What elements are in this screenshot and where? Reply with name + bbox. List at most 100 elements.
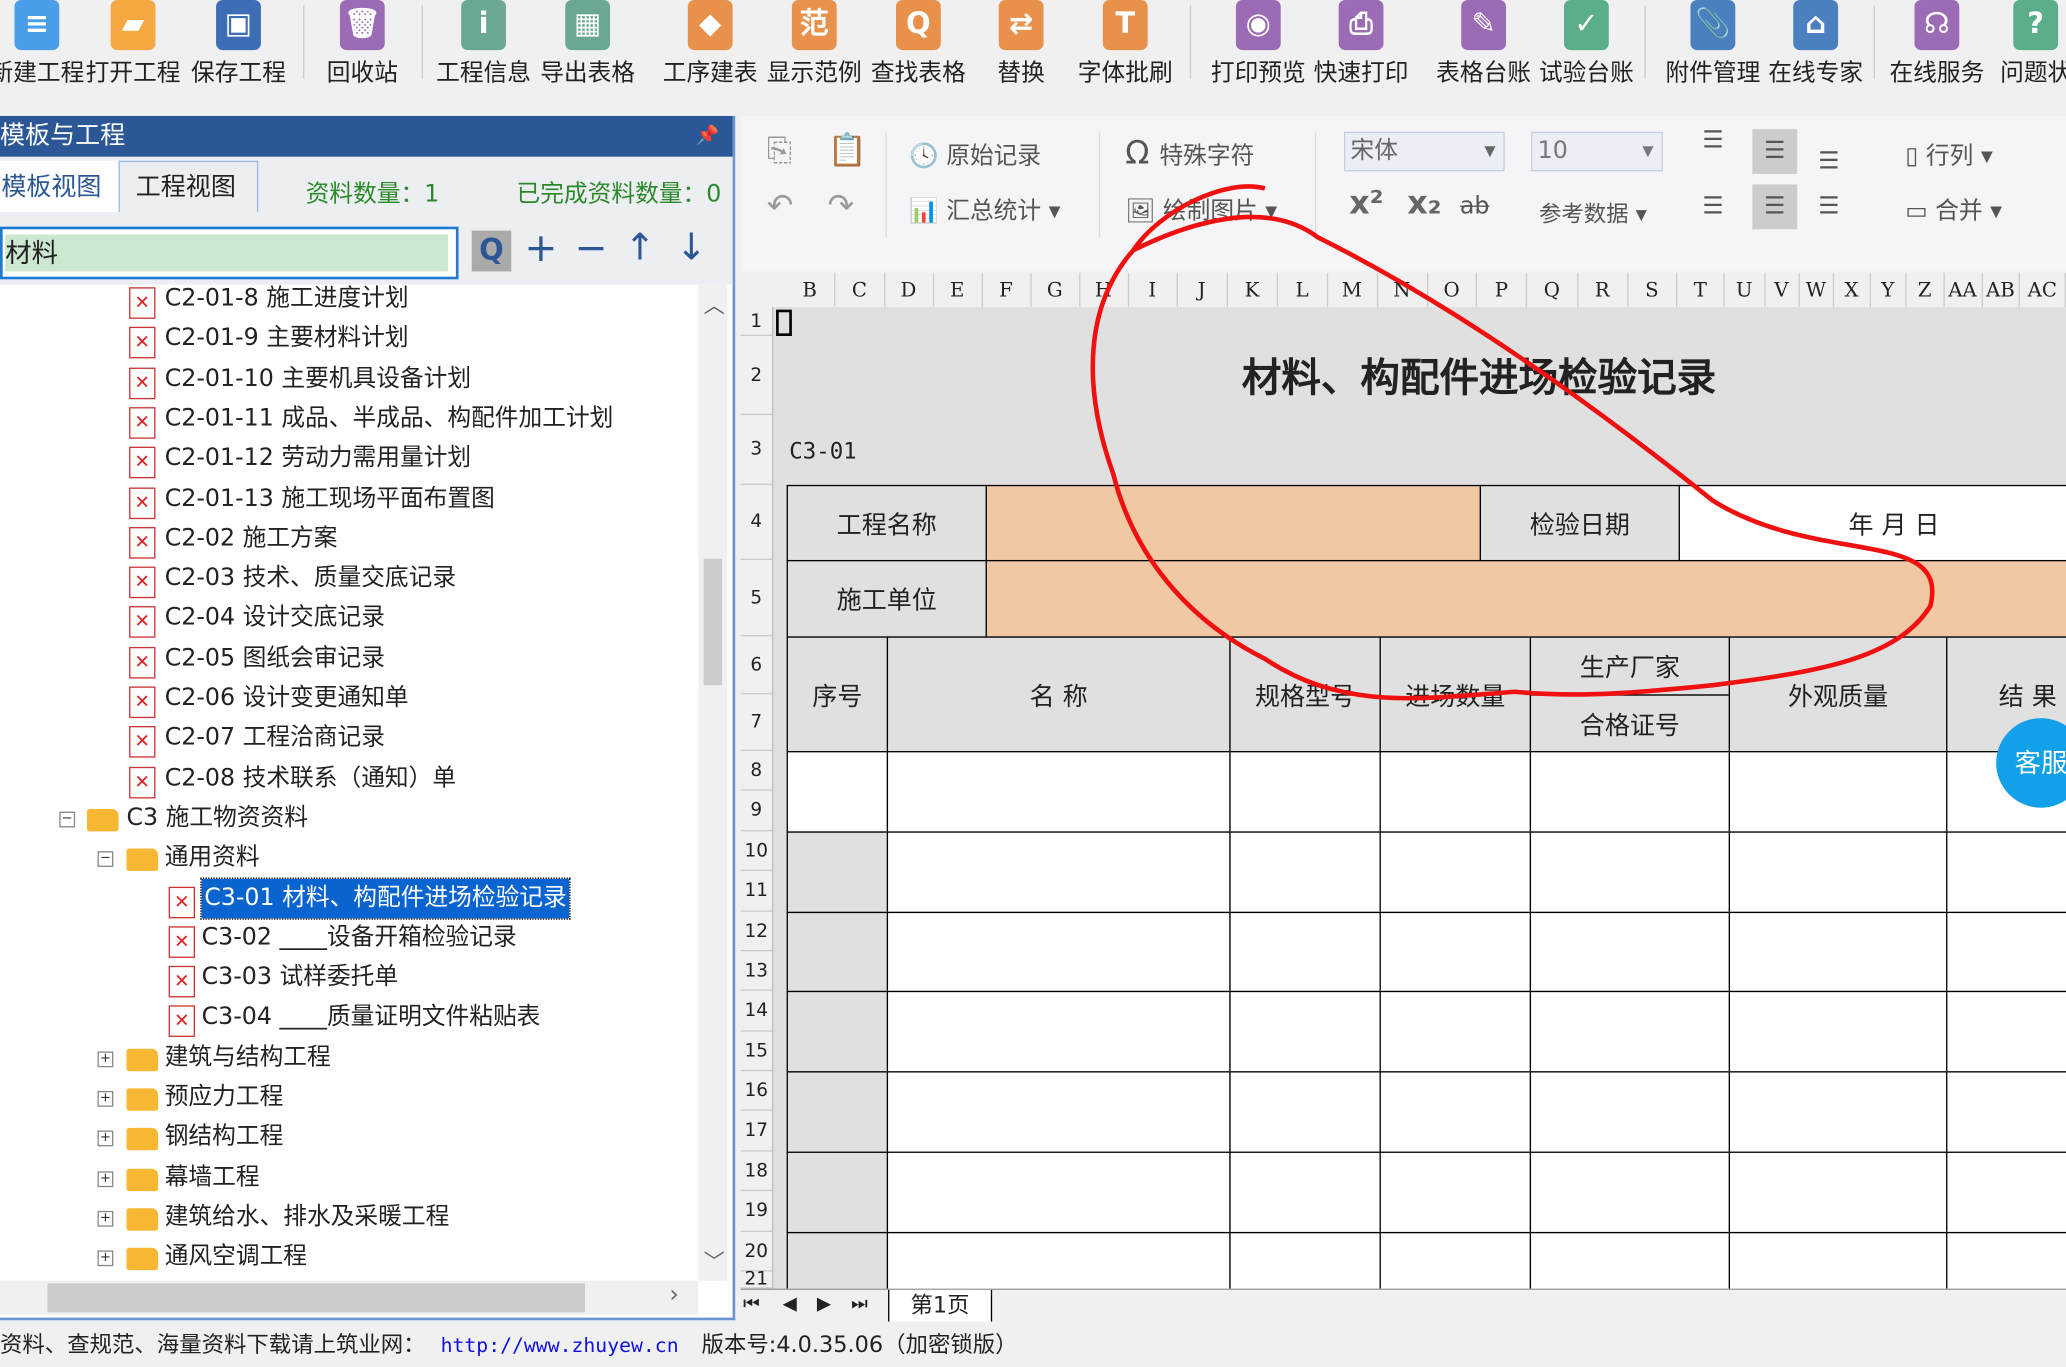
column-header[interactable]: J — [1177, 272, 1228, 308]
data-cell[interactable] — [1946, 831, 2066, 914]
tree-item[interactable]: ✕ C2-06 设计变更通知单 — [0, 679, 698, 719]
data-cell[interactable] — [1529, 911, 1731, 993]
tree-item[interactable]: ✕ C2-01-8 施工进度计划 — [0, 285, 698, 319]
data-cell[interactable] — [1379, 831, 1532, 914]
subscript-icon[interactable]: x₂ — [1407, 184, 1441, 221]
toolbar-button-8[interactable]: 范显示范例 — [763, 0, 866, 88]
data-cell[interactable] — [1379, 1071, 1532, 1153]
tree-item[interactable]: ✕ C2-02 施工方案 — [0, 519, 698, 559]
tree-horizontal-scrollbar[interactable]: › — [0, 1280, 699, 1315]
tree-item[interactable]: ✕ C3-04 ____质量证明文件粘贴表 — [0, 998, 698, 1038]
data-cell[interactable] — [1728, 1151, 1948, 1234]
toolbar-button-7[interactable]: ◆ 工序建表 — [659, 0, 762, 88]
collapse-icon[interactable]: − — [59, 811, 76, 828]
data-cell[interactable] — [1529, 831, 1731, 914]
data-cell[interactable] — [1728, 751, 1948, 833]
scroll-right-icon[interactable]: › — [669, 1281, 678, 1309]
align-center-icon[interactable]: ☰ — [1752, 184, 1798, 230]
toolbar-button-15[interactable]: ✓ 试验台账 — [1535, 0, 1638, 88]
move-down-icon[interactable]: ↓ — [676, 225, 707, 268]
move-up-icon[interactable]: ↑ — [625, 225, 656, 268]
data-cell[interactable] — [1229, 990, 1381, 1073]
column-header[interactable]: W — [1799, 272, 1835, 308]
tab-template-view[interactable]: 模板视图 — [0, 160, 119, 213]
tree-item[interactable]: ✕ C2-01-12 劳动力需用量计划 — [0, 439, 698, 479]
data-cell[interactable] — [786, 1151, 889, 1234]
row-header[interactable]: 8 — [740, 751, 773, 791]
tree-item[interactable]: ✕ C2-04 设计交底记录 — [0, 599, 698, 639]
row-header[interactable]: 12 — [740, 912, 773, 952]
tree-item[interactable]: ✕ C2-08 技术联系（通知）单 — [0, 758, 698, 798]
data-cell[interactable] — [1529, 751, 1731, 833]
data-cell[interactable] — [786, 1231, 889, 1289]
row-header[interactable]: 5 — [740, 560, 773, 637]
data-cell[interactable] — [1379, 1151, 1532, 1234]
data-cell[interactable] — [786, 990, 889, 1073]
align-middle-icon[interactable]: ☰ — [1752, 129, 1798, 174]
collapse-icon[interactable]: − — [97, 851, 114, 868]
data-cell[interactable] — [1379, 751, 1532, 833]
tree-item[interactable]: − 通用资料 — [0, 838, 698, 878]
project-name-input[interactable] — [985, 484, 1481, 562]
search-icon[interactable]: Q — [471, 230, 512, 272]
row-header[interactable]: 20 — [740, 1232, 773, 1272]
font-size-select[interactable]: 10 ▼ — [1531, 131, 1663, 172]
data-cell[interactable] — [1728, 1071, 1948, 1153]
row-header[interactable]: 11 — [740, 871, 773, 912]
column-header[interactable]: F — [982, 272, 1032, 308]
column-header[interactable]: O — [1428, 272, 1478, 308]
toolbar-button-11[interactable]: T 字体批刷 — [1074, 0, 1177, 88]
font-name-select[interactable]: 宋体 ▼ — [1343, 131, 1505, 172]
column-header[interactable]: L — [1278, 272, 1328, 308]
tree-item[interactable]: ✕ C2-05 图纸会审记录 — [0, 639, 698, 679]
row-header[interactable]: 6 — [740, 636, 773, 695]
pin-icon[interactable]: 📌 — [696, 116, 719, 157]
toolbar-button-10[interactable]: ⇄ 替换 — [970, 0, 1073, 88]
row-column-button[interactable]: ▯ 行列 ▾ — [1905, 137, 1992, 171]
special-char-button[interactable]: Ω 特殊字符 — [1125, 134, 1254, 171]
remove-icon[interactable]: − — [574, 225, 607, 271]
data-cell[interactable] — [1529, 990, 1731, 1073]
column-header[interactable]: K — [1227, 272, 1279, 308]
align-top-icon[interactable]: ☰ — [1702, 126, 1723, 154]
tree-item[interactable]: + 通风空调工程 — [0, 1237, 698, 1277]
column-header[interactable]: AA — [1944, 272, 1983, 308]
data-cell[interactable] — [1529, 1231, 1731, 1289]
undo-icon[interactable]: ↶ — [767, 187, 793, 224]
row-header[interactable]: 4 — [740, 485, 773, 560]
row-header[interactable]: 17 — [740, 1111, 773, 1152]
column-header[interactable]: Q — [1527, 272, 1578, 308]
toolbar-button-13[interactable]: ⎙ 快速打印 — [1310, 0, 1413, 88]
column-header[interactable]: Y — [1870, 272, 1907, 308]
contractor-input[interactable] — [985, 559, 2066, 638]
data-cell[interactable] — [1728, 911, 1948, 993]
column-header[interactable]: E — [934, 272, 983, 308]
tree-item[interactable]: ✕ C3-01 材料、构配件进场检验记录 — [0, 876, 698, 920]
scroll-up-icon[interactable]: ︿ — [704, 287, 725, 319]
row-header[interactable]: 7 — [740, 694, 773, 752]
tree-item[interactable]: ✕ C2-01-10 主要机具设备计划 — [0, 359, 698, 399]
toolbar-button-14[interactable]: ✎ 表格台账 — [1432, 0, 1535, 88]
data-cell[interactable] — [1229, 831, 1381, 914]
tree-item[interactable]: + 建筑给水、排水及采暖工程 — [0, 1198, 698, 1238]
summary-button[interactable]: 📊 汇总统计 ▾ — [909, 192, 1060, 226]
row-header[interactable]: 13 — [740, 951, 773, 991]
data-cell[interactable] — [786, 831, 889, 914]
toolbar-button-4[interactable]: 🗑 回收站 — [311, 0, 414, 88]
data-cell[interactable] — [1379, 1231, 1532, 1289]
tree-item[interactable]: + 幕墙工程 — [0, 1158, 698, 1198]
strikethrough-icon[interactable]: ab — [1460, 192, 1490, 220]
row-header[interactable]: 14 — [740, 991, 773, 1032]
data-cell[interactable] — [786, 751, 889, 833]
copy-icon[interactable]: ⎘ — [767, 132, 792, 169]
row-header[interactable]: 1 — [740, 307, 773, 336]
column-header[interactable]: B — [785, 272, 836, 308]
data-cell[interactable] — [1229, 911, 1381, 993]
tree-vertical-scrollbar[interactable]: ︿ ﹀ — [698, 284, 728, 1281]
expand-icon[interactable]: + — [97, 1210, 114, 1227]
data-cell[interactable] — [1229, 1071, 1381, 1153]
data-cell[interactable] — [886, 751, 1231, 833]
expand-icon[interactable]: + — [97, 1130, 114, 1147]
toolbar-button-9[interactable]: Q 查找表格 — [867, 0, 970, 88]
original-record-button[interactable]: 🕓 原始记录 — [909, 137, 1041, 171]
